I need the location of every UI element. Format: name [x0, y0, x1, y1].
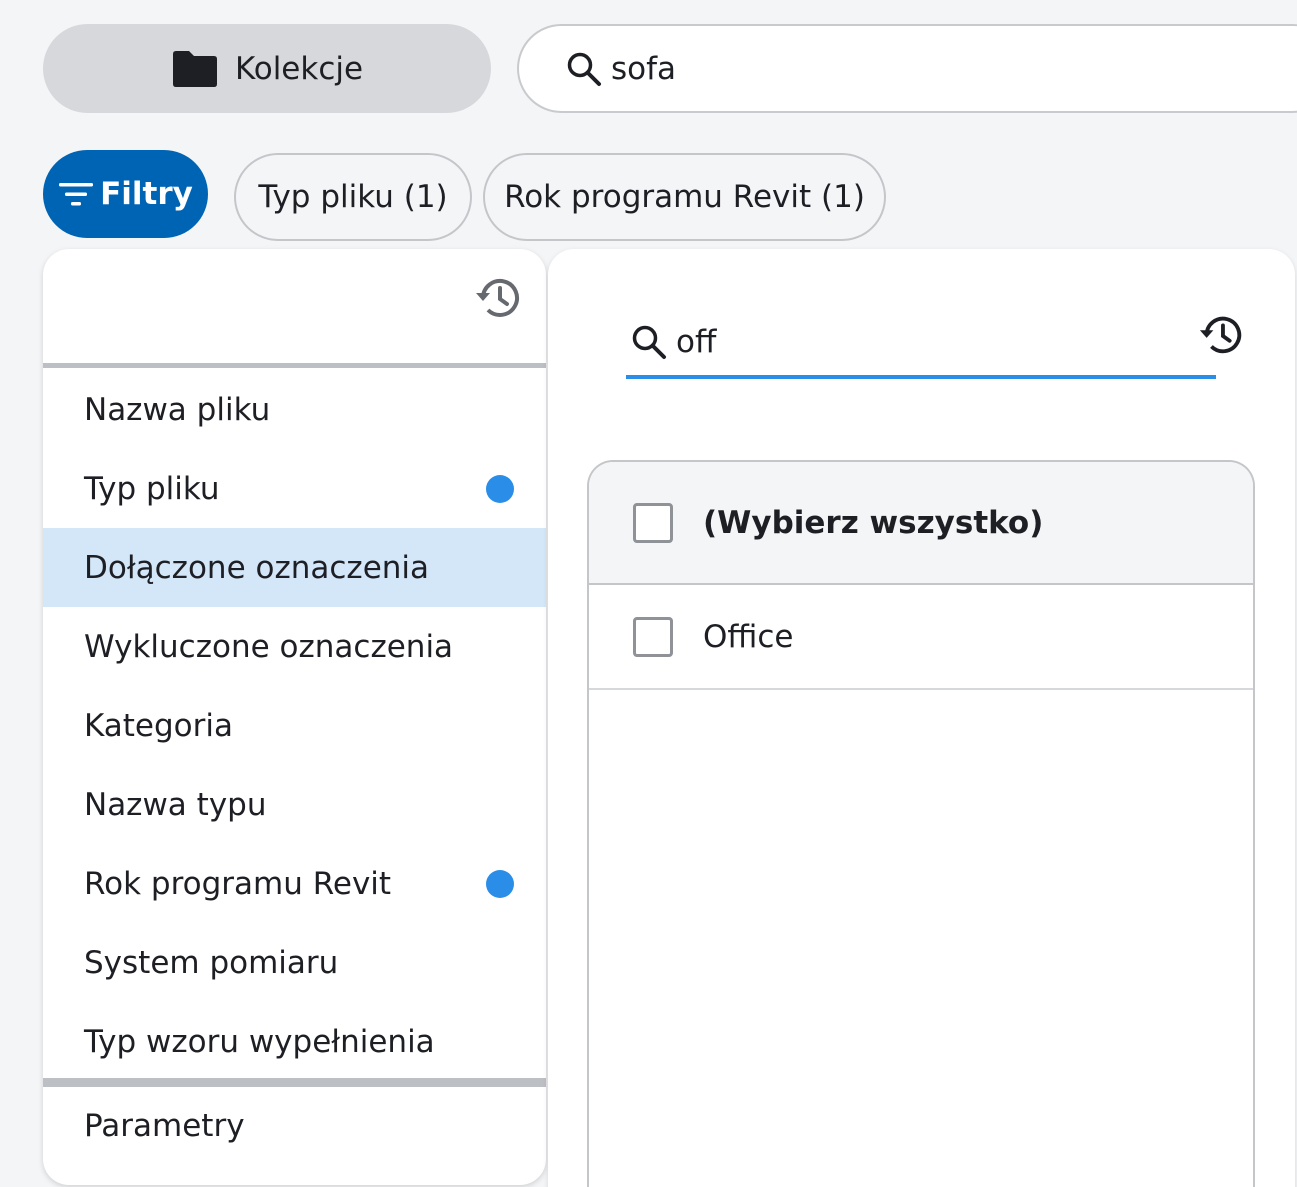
- value-label: Office: [703, 618, 794, 655]
- filter-item-measurement-system[interactable]: System pomiaru: [43, 923, 546, 1002]
- main-search-bar[interactable]: [517, 24, 1297, 113]
- filter-item-type-name[interactable]: Nazwa typu: [43, 765, 546, 844]
- filter-item-revit-year[interactable]: Rok programu Revit: [43, 844, 546, 923]
- active-filter-indicator: [486, 474, 514, 503]
- filter-item-file-name[interactable]: Nazwa pliku: [43, 370, 546, 449]
- filters-button[interactable]: Filtry: [43, 150, 208, 238]
- filter-values-panel: (Wybierz wszystko) Office: [548, 249, 1295, 1187]
- list-item[interactable]: Office: [589, 585, 1253, 690]
- filters-label: Filtry: [100, 176, 193, 212]
- filter-item-category[interactable]: Kategoria: [43, 686, 546, 765]
- values-list: (Wybierz wszystko) Office: [587, 460, 1255, 1187]
- filter-item-label: Wykluczone oznaczenia: [84, 628, 454, 665]
- active-filter-indicator: [486, 869, 514, 898]
- page: Kolekcje Filtry Typ pliku (1) Rok progra…: [0, 0, 1297, 1187]
- select-all-label: (Wybierz wszystko): [703, 504, 1044, 541]
- history-icon[interactable]: [1198, 311, 1246, 359]
- filter-item-label: Dołączone oznaczenia: [84, 549, 430, 586]
- folder-icon: [172, 50, 217, 87]
- chip-label: Typ pliku (1): [258, 179, 448, 215]
- divider: [43, 363, 546, 368]
- filter-item-parameters[interactable]: Parametry: [43, 1087, 546, 1165]
- filter-item-label: Typ pliku: [84, 470, 220, 507]
- filter-item-file-type[interactable]: Typ pliku: [43, 449, 546, 528]
- divider: [43, 1078, 546, 1087]
- filter-item-label: Typ wzoru wypełnienia: [84, 1023, 435, 1060]
- filter-item-label: Nazwa pliku: [84, 391, 271, 428]
- chip-file-type[interactable]: Typ pliku (1): [234, 153, 472, 241]
- collections-button[interactable]: Kolekcje: [43, 24, 491, 113]
- select-all-row[interactable]: (Wybierz wszystko): [589, 462, 1253, 585]
- filter-item-label: Rok programu Revit: [84, 865, 392, 902]
- history-icon[interactable]: [474, 273, 524, 323]
- filter-item-label: System pomiaru: [84, 944, 339, 981]
- filter-item-excluded-tags[interactable]: Wykluczone oznaczenia: [43, 607, 546, 686]
- filter-icon: [59, 183, 94, 206]
- search-icon: [567, 52, 601, 86]
- filter-item-fill-pattern-type[interactable]: Typ wzoru wypełnienia: [43, 1002, 546, 1081]
- collections-label: Kolekcje: [234, 50, 364, 87]
- filter-category-panel: Nazwa pliku Typ pliku Dołączone oznaczen…: [43, 249, 546, 1185]
- value-checkbox[interactable]: [633, 616, 673, 657]
- chip-label: Rok programu Revit (1): [504, 179, 865, 215]
- value-search-field[interactable]: [626, 309, 1216, 379]
- select-all-checkbox[interactable]: [633, 502, 673, 543]
- search-icon: [632, 325, 666, 359]
- filter-item-label: Kategoria: [84, 707, 234, 744]
- value-search-input[interactable]: [676, 324, 1176, 360]
- main-search-input[interactable]: [611, 50, 1211, 87]
- filter-item-included-tags[interactable]: Dołączone oznaczenia: [43, 528, 546, 607]
- filter-item-label: Nazwa typu: [84, 786, 267, 823]
- filter-category-list: Nazwa pliku Typ pliku Dołączone oznaczen…: [43, 370, 546, 1081]
- chip-revit-year[interactable]: Rok programu Revit (1): [483, 153, 886, 241]
- filter-item-label: Parametry: [84, 1108, 245, 1144]
